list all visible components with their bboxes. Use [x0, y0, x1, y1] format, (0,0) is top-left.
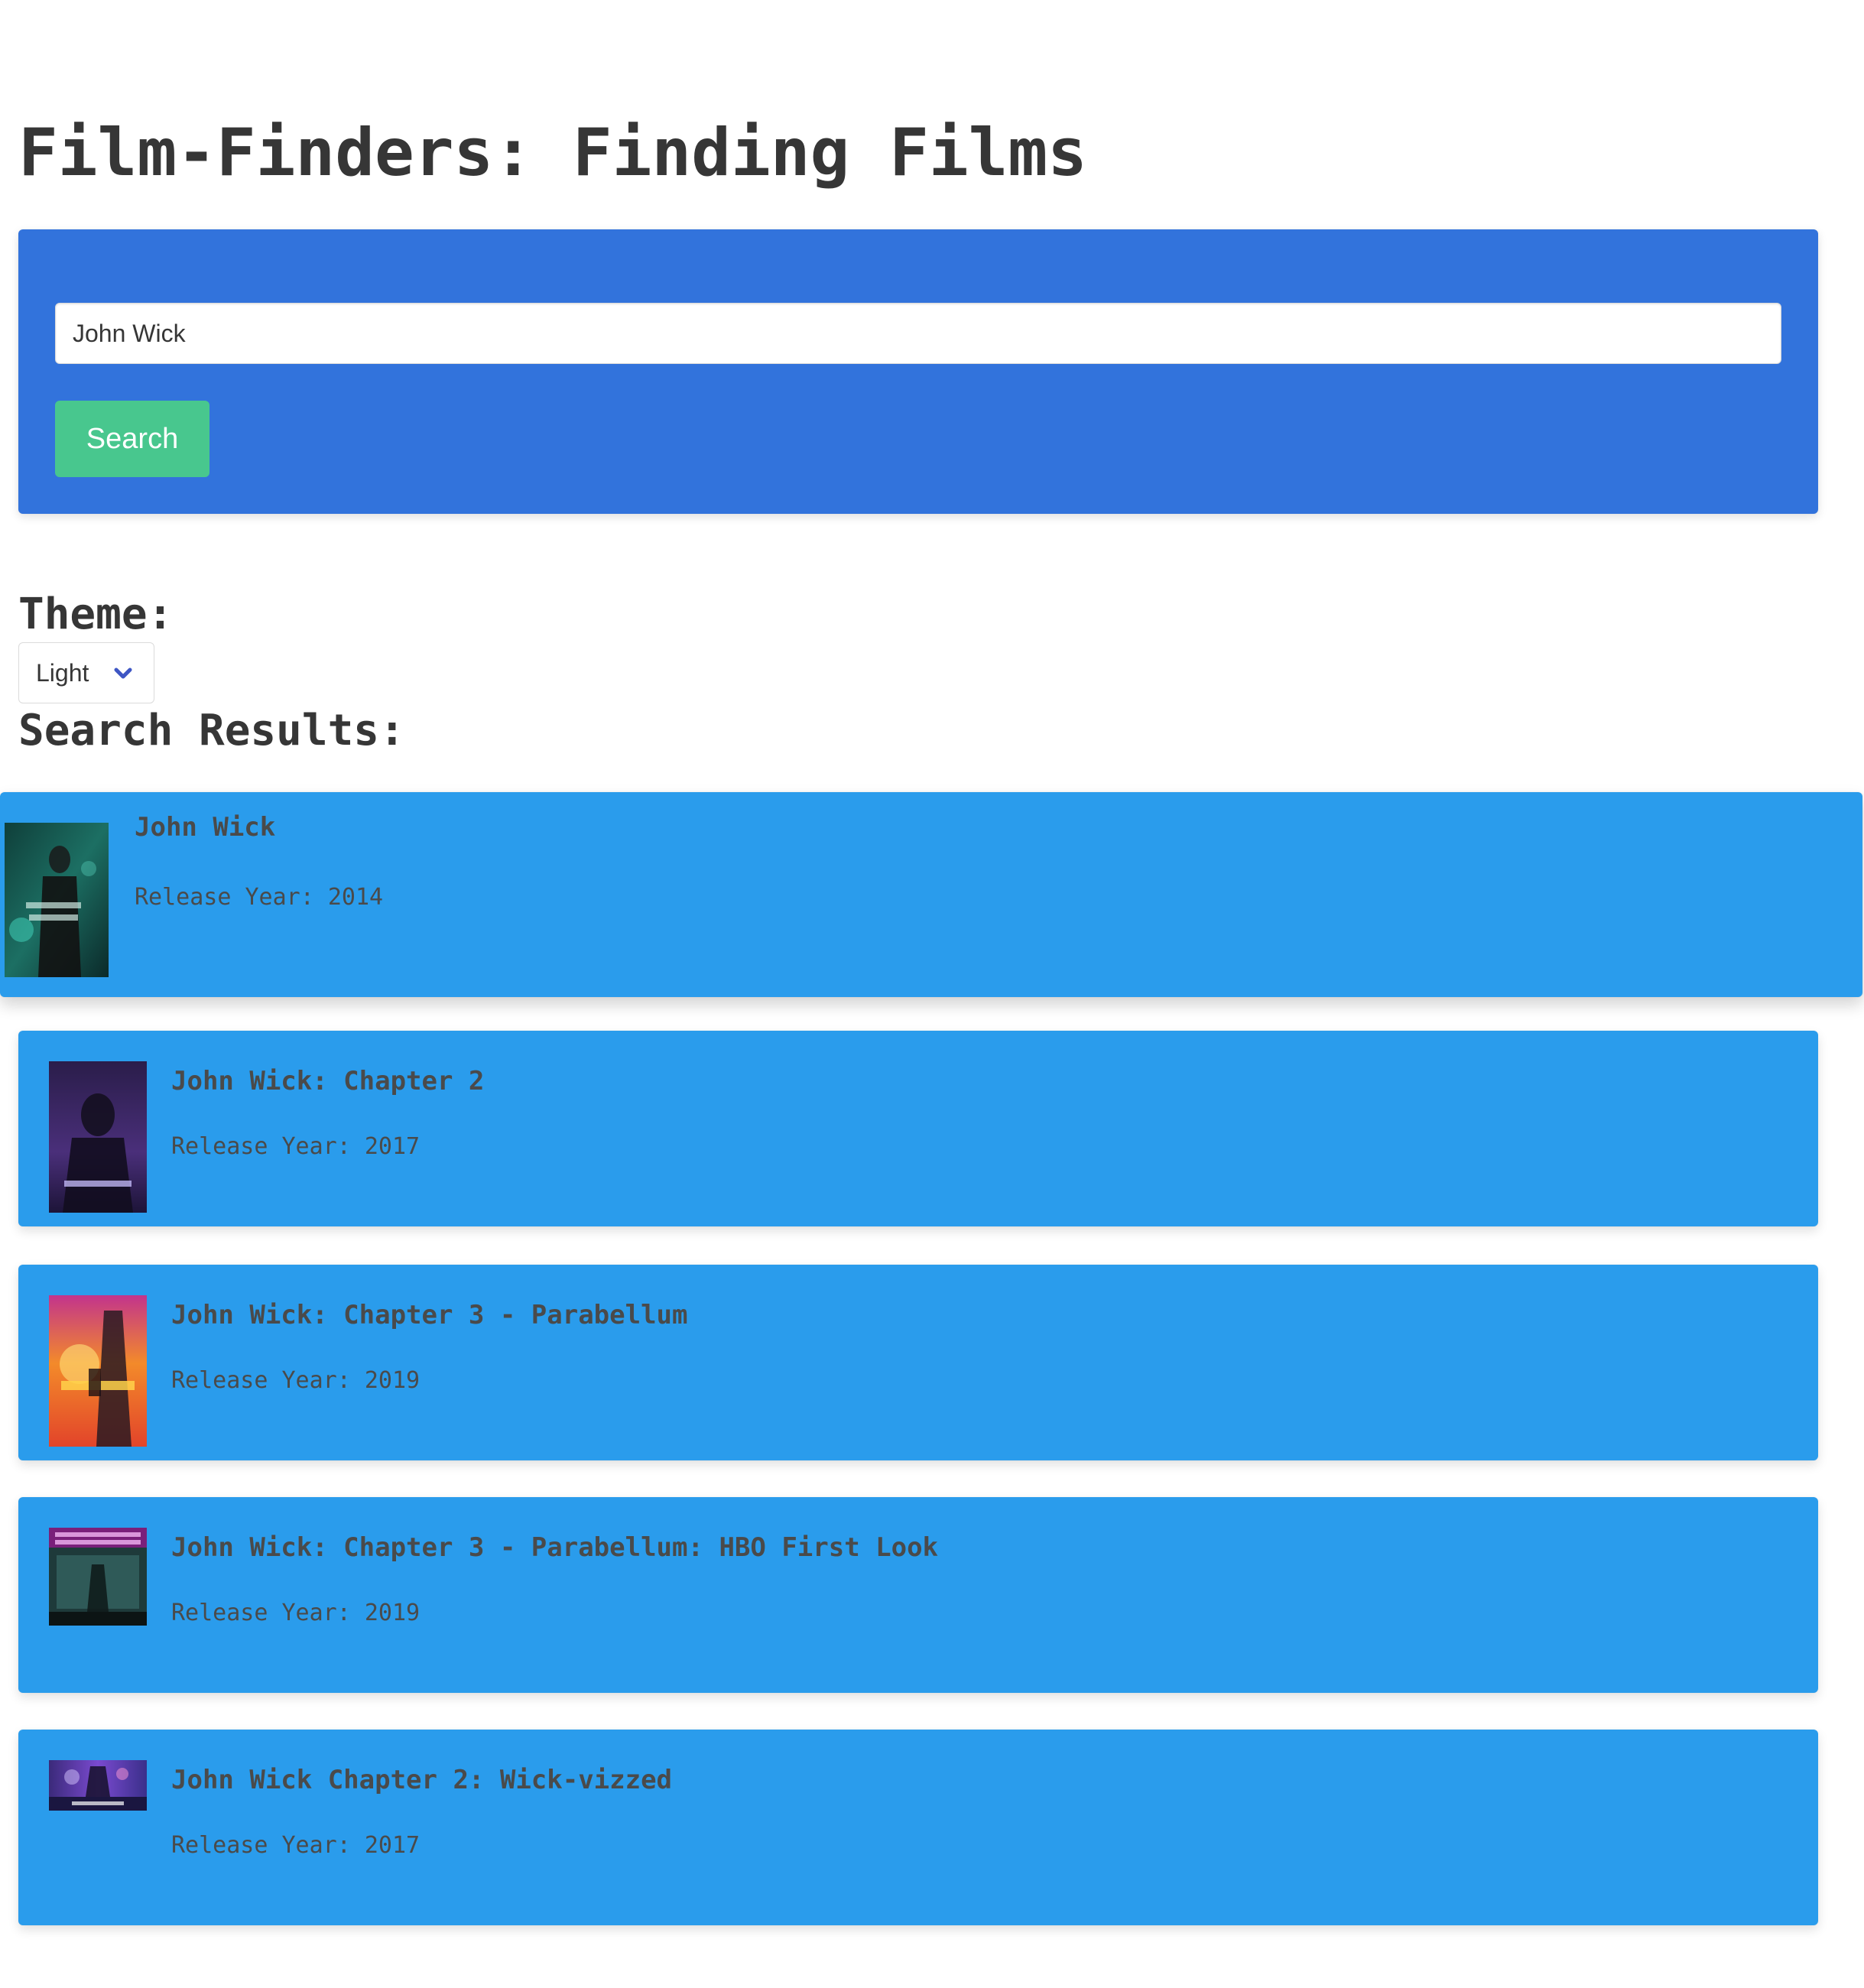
search-panel: Search — [18, 229, 1818, 514]
result-card[interactable]: John Wick Release Year: 2014 — [0, 792, 1862, 997]
john-wick-chapter-3-poster-icon — [49, 1295, 147, 1447]
hbo-first-look-poster-icon — [49, 1528, 147, 1626]
results-heading: Search Results: — [18, 706, 405, 755]
movie-title: John Wick: Chapter 3 - Parabellum — [171, 1300, 688, 1330]
release-year-label: Release Year: — [135, 884, 314, 911]
search-button[interactable]: Search — [55, 401, 209, 477]
movie-title: John Wick Chapter 2: Wick-vizzed — [171, 1765, 673, 1795]
movie-title: John Wick — [135, 812, 276, 843]
result-card[interactable]: John Wick: Chapter 3 - Parabellum Releas… — [18, 1265, 1818, 1460]
theme-select-value: Light — [36, 659, 89, 687]
release-year: Release Year: 2017 — [171, 1132, 420, 1162]
movie-title: John Wick: Chapter 2 — [171, 1066, 485, 1096]
release-year-label: Release Year: — [171, 1600, 351, 1626]
wick-vizzed-poster-icon — [49, 1760, 147, 1811]
theme-select[interactable]: Light — [18, 642, 154, 703]
release-year-value: 2017 — [364, 1133, 421, 1160]
release-year-value: 2019 — [364, 1600, 421, 1626]
john-wick-poster-icon — [5, 823, 109, 977]
chevron-down-icon — [109, 660, 137, 687]
result-card[interactable]: John Wick: Chapter 3 - Parabellum: HBO F… — [18, 1497, 1818, 1693]
page-title: Film-Finders: Finding Films — [18, 115, 1087, 191]
release-year-label: Release Year: — [171, 1367, 351, 1394]
release-year-value: 2017 — [364, 1832, 421, 1859]
john-wick-chapter-2-poster-icon — [49, 1061, 147, 1213]
release-year: Release Year: 2019 — [171, 1598, 420, 1629]
release-year-value: 2014 — [327, 884, 384, 911]
search-input[interactable] — [55, 303, 1781, 364]
release-year-label: Release Year: — [171, 1133, 351, 1160]
movie-title: John Wick: Chapter 3 - Parabellum: HBO F… — [171, 1532, 939, 1563]
result-card[interactable]: John Wick: Chapter 2 Release Year: 2017 — [18, 1031, 1818, 1226]
release-year: Release Year: 2014 — [135, 882, 383, 913]
release-year-label: Release Year: — [171, 1832, 351, 1859]
release-year: Release Year: 2017 — [171, 1830, 420, 1861]
theme-label: Theme: — [18, 590, 174, 639]
release-year-value: 2019 — [364, 1367, 421, 1394]
release-year: Release Year: 2019 — [171, 1366, 420, 1396]
result-card[interactable]: John Wick Chapter 2: Wick-vizzed Release… — [18, 1730, 1818, 1925]
